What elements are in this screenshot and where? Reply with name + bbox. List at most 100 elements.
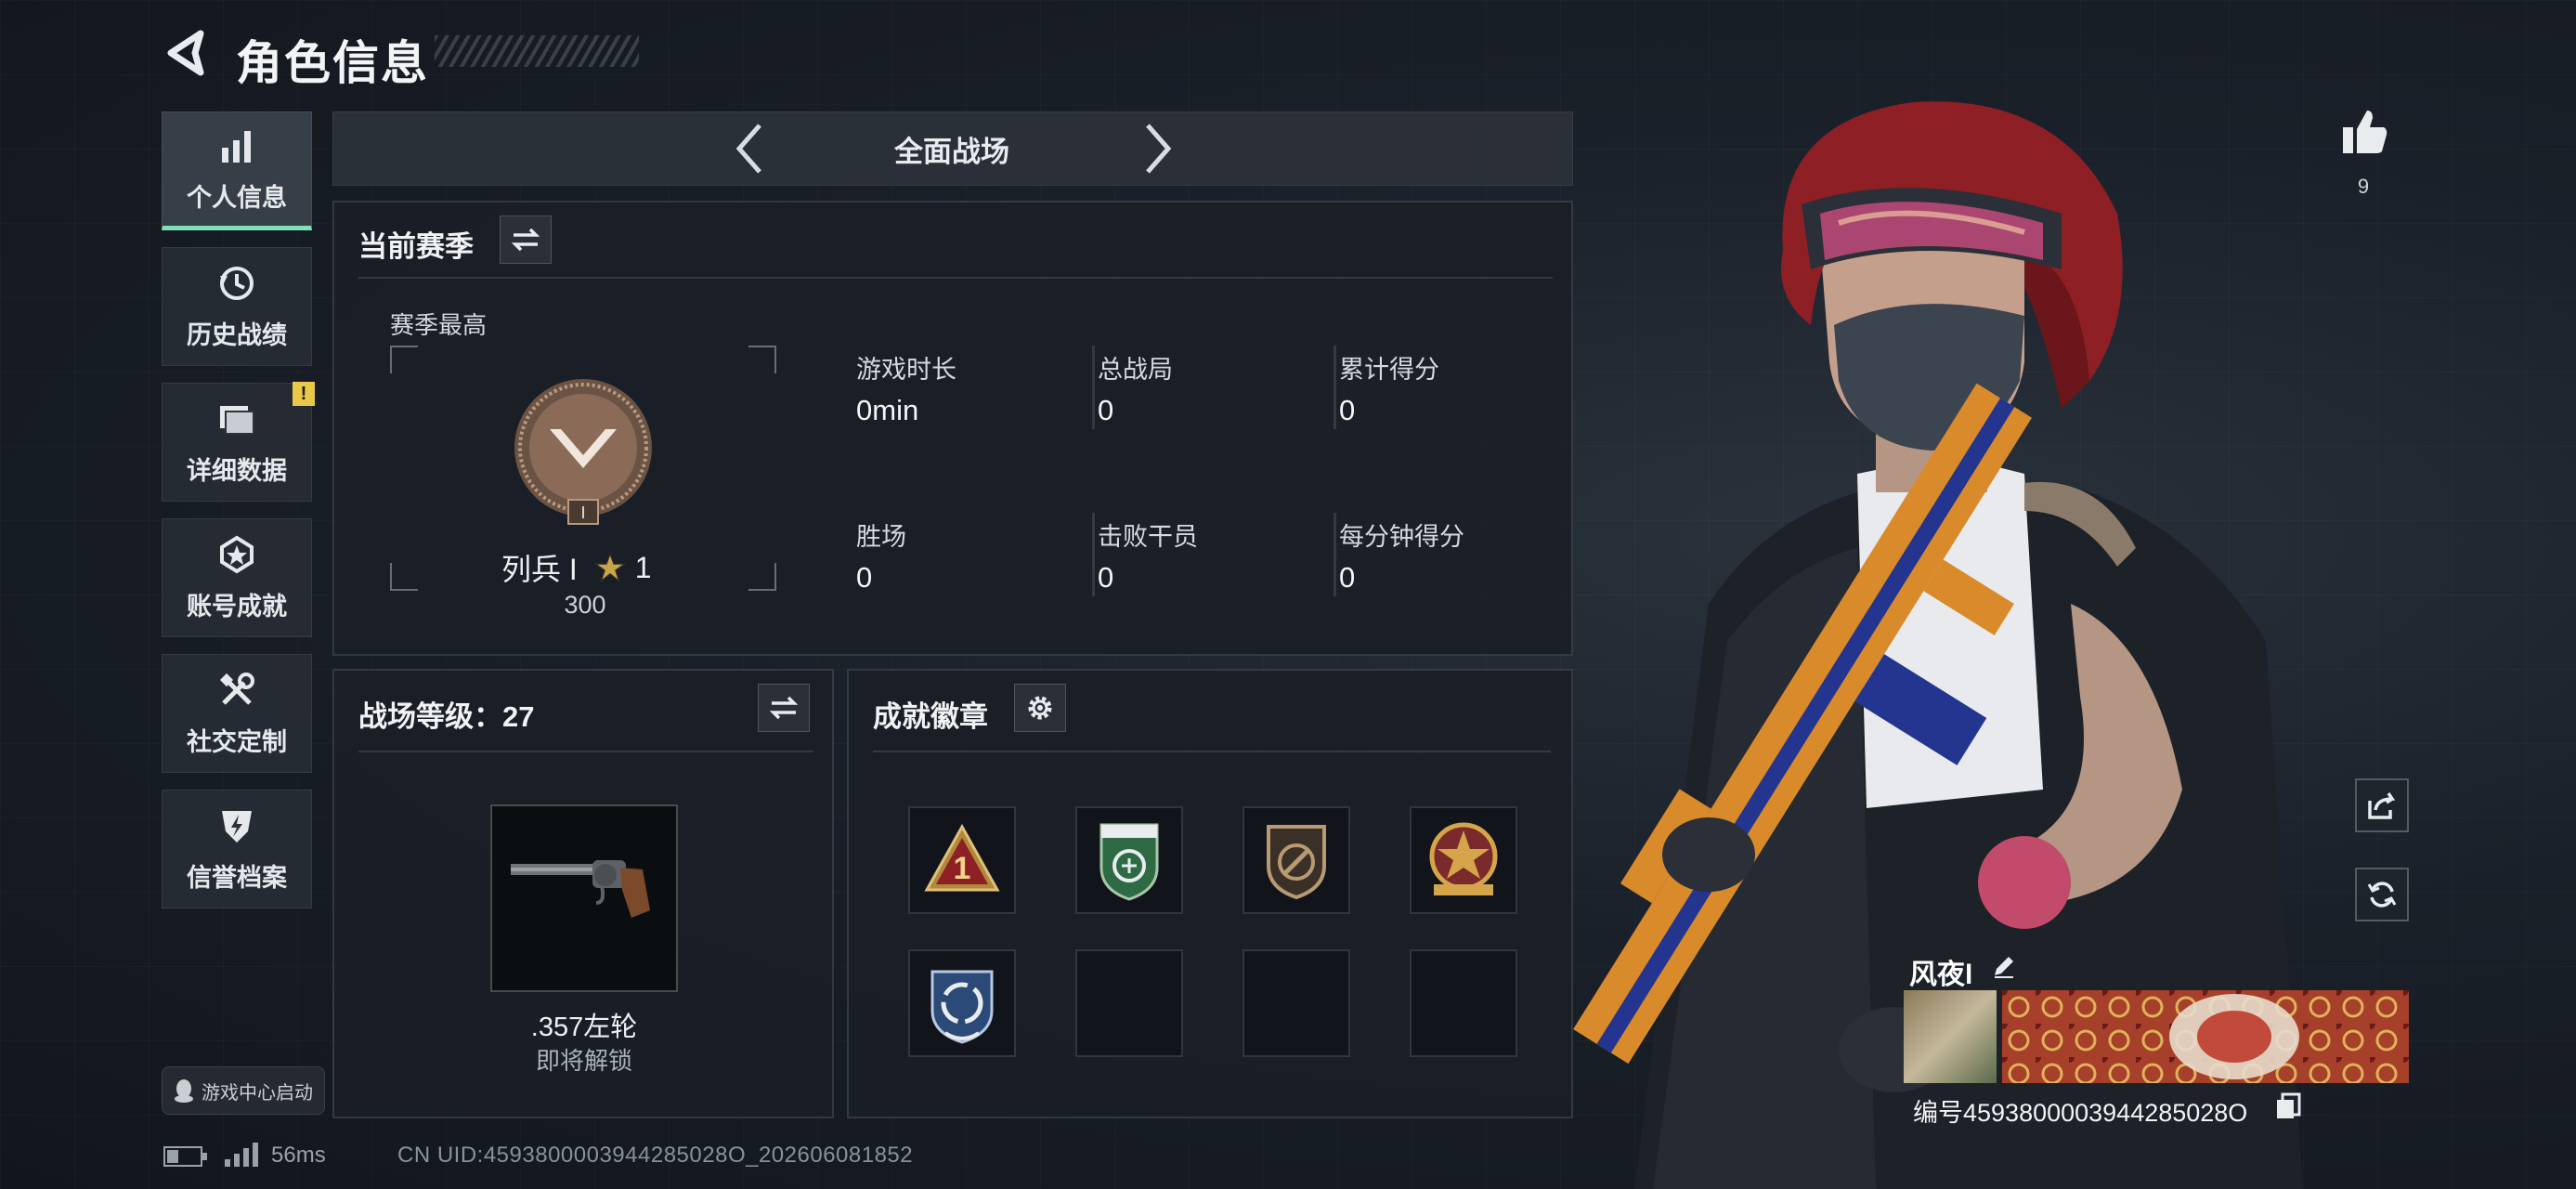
achievement-medal-icon [220, 535, 254, 573]
sidebar-item-label: 详细数据 [187, 456, 287, 485]
badges-settings-button[interactable] [1014, 684, 1066, 732]
badges-divider [873, 751, 1551, 752]
sidebar-item-social-custom[interactable]: 社交定制 [162, 654, 312, 773]
sidebar-item-reputation[interactable]: 信誉档案 [162, 790, 312, 908]
ping-value: 56ms [271, 1143, 326, 1168]
level-switch-button[interactable] [758, 684, 810, 732]
badge-slot[interactable]: 1 [908, 806, 1016, 914]
player-avatar[interactable] [1904, 990, 1997, 1083]
revolver-icon [511, 860, 650, 918]
bar-chart-icon [222, 130, 251, 163]
rank-private-emblem-icon: I [514, 379, 652, 525]
rank-name: 列兵 I [501, 553, 578, 586]
stat-value: 0 [856, 561, 873, 594]
badge-slot-empty[interactable] [1242, 949, 1350, 1057]
badge-slot[interactable] [1242, 806, 1350, 914]
page-title: 角色信息 [236, 37, 429, 89]
sidebar-item-personal-info[interactable]: 个人信息 [162, 111, 312, 230]
stat-value: 0 [1098, 561, 1114, 594]
edit-name-button[interactable] [1987, 949, 2021, 983]
sidebar-item-label: 账号成就 [187, 592, 287, 621]
level-divider [358, 751, 813, 752]
stat-label: 击败干员 [1098, 523, 1198, 551]
svg-text:1: 1 [954, 851, 971, 886]
blue-cycle-badge-icon [930, 970, 994, 1044]
alert-badge: ! [293, 382, 315, 406]
share-icon [2368, 792, 2396, 819]
back-arrow-icon [167, 30, 204, 76]
star-icon [593, 553, 626, 582]
mode-prev-button[interactable] [726, 119, 773, 178]
season-title: 当前赛季 [358, 230, 474, 263]
sidebar-item-label: 历史战绩 [187, 320, 287, 349]
stat-label: 累计得分 [1339, 356, 1439, 384]
like-button[interactable] [2336, 104, 2392, 160]
launch-label: 游戏中心启动 [202, 1082, 313, 1104]
sidebar-item-history[interactable]: 历史战绩 [162, 247, 312, 366]
refresh-button[interactable] [2355, 868, 2409, 921]
back-button[interactable] [160, 28, 215, 78]
refresh-icon [2367, 882, 2397, 908]
swap-arrows-icon [511, 228, 540, 252]
stat-label: 总战局 [1098, 356, 1173, 384]
folder-icon [220, 405, 254, 435]
share-button[interactable] [2355, 778, 2409, 832]
thumbs-up-icon [2343, 111, 2387, 153]
history-clock-icon [220, 266, 254, 300]
rank-points: 300 [564, 591, 606, 619]
battery-icon [163, 1146, 207, 1167]
stat-label: 胜场 [856, 523, 906, 551]
shield-lightning-icon [222, 810, 252, 843]
sidebar-item-detailed-data[interactable]: 详细数据 ! [162, 382, 315, 502]
tools-icon [219, 672, 254, 705]
sidebar-item-label: 社交定制 [187, 727, 287, 756]
gear-icon [1028, 696, 1052, 720]
player-id: 编号4593800003944285028O [1913, 1099, 2248, 1127]
green-shield-badge-icon [1099, 823, 1159, 901]
stat-separator [1334, 513, 1336, 596]
status-uid: CN UID:4593800003944285028O_202606081852 [397, 1143, 914, 1168]
badge-slot[interactable] [1075, 806, 1183, 914]
sidebar-item-label: 个人信息 [187, 183, 287, 212]
svg-text:I: I [580, 503, 585, 522]
weapon-unlock-card[interactable] [490, 804, 678, 992]
rank-one-badge-icon: 1 [924, 823, 1000, 892]
rank-name-row: 列兵 I 1 [501, 546, 652, 589]
chevron-left-icon [735, 124, 761, 174]
season-switch-button[interactable] [500, 216, 552, 264]
game-center-launch-button[interactable]: 游戏中心启动 [162, 1066, 325, 1115]
mode-next-button[interactable] [1135, 119, 1181, 178]
stat-separator [1092, 513, 1095, 596]
season-divider [358, 277, 1553, 279]
weapon-name: .357左轮 [530, 1013, 638, 1042]
pencil-icon [1995, 957, 2013, 978]
player-nickname: 风夜l [1909, 960, 1973, 990]
weapon-status: 即将解锁 [535, 1047, 632, 1075]
season-best-label: 赛季最高 [390, 311, 488, 339]
player-id-line: 编号4593800003944285028O [1913, 1092, 2247, 1129]
stat-value: 0 [1339, 561, 1356, 594]
sidebar-item-label: 信誉档案 [187, 863, 287, 892]
stat-label: 游戏时长 [856, 356, 956, 384]
stat-label: 每分钟得分 [1339, 523, 1464, 551]
rank-stars: 1 [634, 550, 652, 584]
battlefield-level-title: 战场等级：27 [358, 700, 535, 733]
stat-value: 0 [1098, 394, 1114, 426]
stat-value: 0min [856, 394, 919, 426]
qq-penguin-icon [175, 1079, 193, 1103]
copy-id-button[interactable] [2275, 1092, 2303, 1120]
copy-icon [2277, 1092, 2301, 1118]
badge-slot-empty[interactable] [1075, 949, 1183, 1057]
title-decoration [435, 35, 639, 67]
like-count: 9 [2357, 175, 2370, 198]
sidebar-item-achievements[interactable]: 账号成就 [162, 518, 312, 637]
badges-title: 成就徽章 [873, 700, 988, 733]
chevron-right-icon [1146, 124, 1172, 174]
mode-title: 全面战场 [894, 136, 1009, 168]
stat-separator [1092, 346, 1095, 429]
stat-separator [1334, 346, 1336, 429]
bronze-shield-badge-icon [1267, 825, 1326, 900]
signal-icon [225, 1143, 258, 1167]
badge-slot[interactable] [908, 949, 1016, 1057]
stat-value: 0 [1339, 394, 1356, 426]
